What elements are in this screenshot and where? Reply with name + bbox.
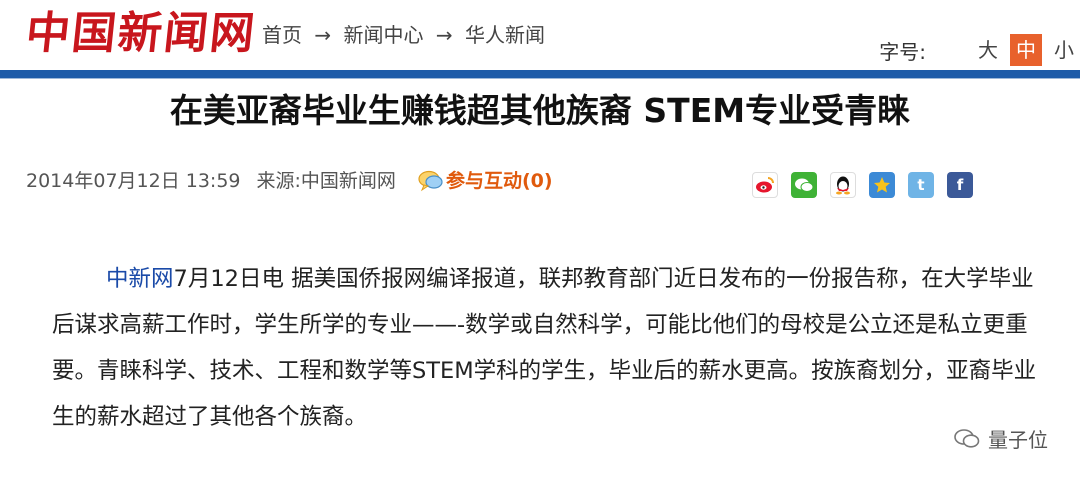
font-size-small[interactable]: 小 — [1048, 34, 1080, 66]
site-header: 中国新闻网 首页 → 新闻中心 → 华人新闻 字号: 大 中 小 — [0, 0, 1080, 72]
body-text: 7月12日电 据美国侨报网编译报道，联邦教育部门近日发布的一份报告称，在大学毕业… — [52, 266, 1037, 430]
breadcrumb-separator: → — [314, 23, 332, 47]
breadcrumb-home[interactable]: 首页 — [262, 23, 302, 47]
share-bar: t f — [752, 172, 986, 198]
facebook-icon[interactable]: f — [947, 172, 973, 198]
breadcrumb-news-center[interactable]: 新闻中心 — [343, 23, 423, 47]
font-size-label: 字号: — [879, 39, 926, 64]
breadcrumb-chinese-news[interactable]: 华人新闻 — [465, 23, 545, 47]
font-size-medium[interactable]: 中 — [1010, 34, 1042, 66]
qzone-icon[interactable] — [869, 172, 895, 198]
source-label: 来源: — [256, 170, 301, 192]
article-meta: 2014年07月12日 13:59 来源: 中国新闻网 参与互动(0) — [26, 166, 553, 196]
article-body: 中新网7月12日电 据美国侨报网编译报道，联邦教育部门近日发布的一份报告称，在大… — [52, 256, 1052, 440]
weibo-icon[interactable] — [752, 172, 778, 198]
nav-bar-divider — [0, 70, 1080, 78]
qq-icon[interactable] — [830, 172, 856, 198]
article-paragraph: 中新网7月12日电 据美国侨报网编译报道，联邦教育部门近日发布的一份报告称，在大… — [52, 256, 1052, 440]
nav-bar-divider-line — [0, 78, 1080, 79]
site-logo[interactable]: 中国新闻网 — [23, 8, 258, 60]
article-datetime: 2014年07月12日 13:59 — [26, 170, 241, 192]
tencent-weibo-icon[interactable]: t — [908, 172, 934, 198]
comments-label: 参与互动(0) — [445, 170, 553, 192]
watermark: 量子位 — [954, 424, 1048, 453]
comments-link[interactable]: 参与互动(0) — [418, 166, 553, 196]
breadcrumb: 首页 → 新闻中心 → 华人新闻 — [262, 20, 551, 50]
font-size-large[interactable]: 大 — [972, 34, 1004, 66]
chat-bubble-icon — [418, 170, 443, 192]
article-title: 在美亚裔毕业生赚钱超其他族裔 STEM专业受青睐 — [169, 91, 911, 130]
breadcrumb-separator: → — [435, 23, 453, 47]
wechat-icon[interactable] — [791, 172, 817, 198]
watermark-text: 量子位 — [988, 428, 1048, 452]
article-source: 中国新闻网 — [300, 170, 396, 192]
body-source-link[interactable]: 中新网 — [106, 266, 174, 292]
font-size-selector: 字号: 大 中 小 — [879, 34, 1080, 66]
wechat-watermark-icon — [954, 428, 980, 448]
